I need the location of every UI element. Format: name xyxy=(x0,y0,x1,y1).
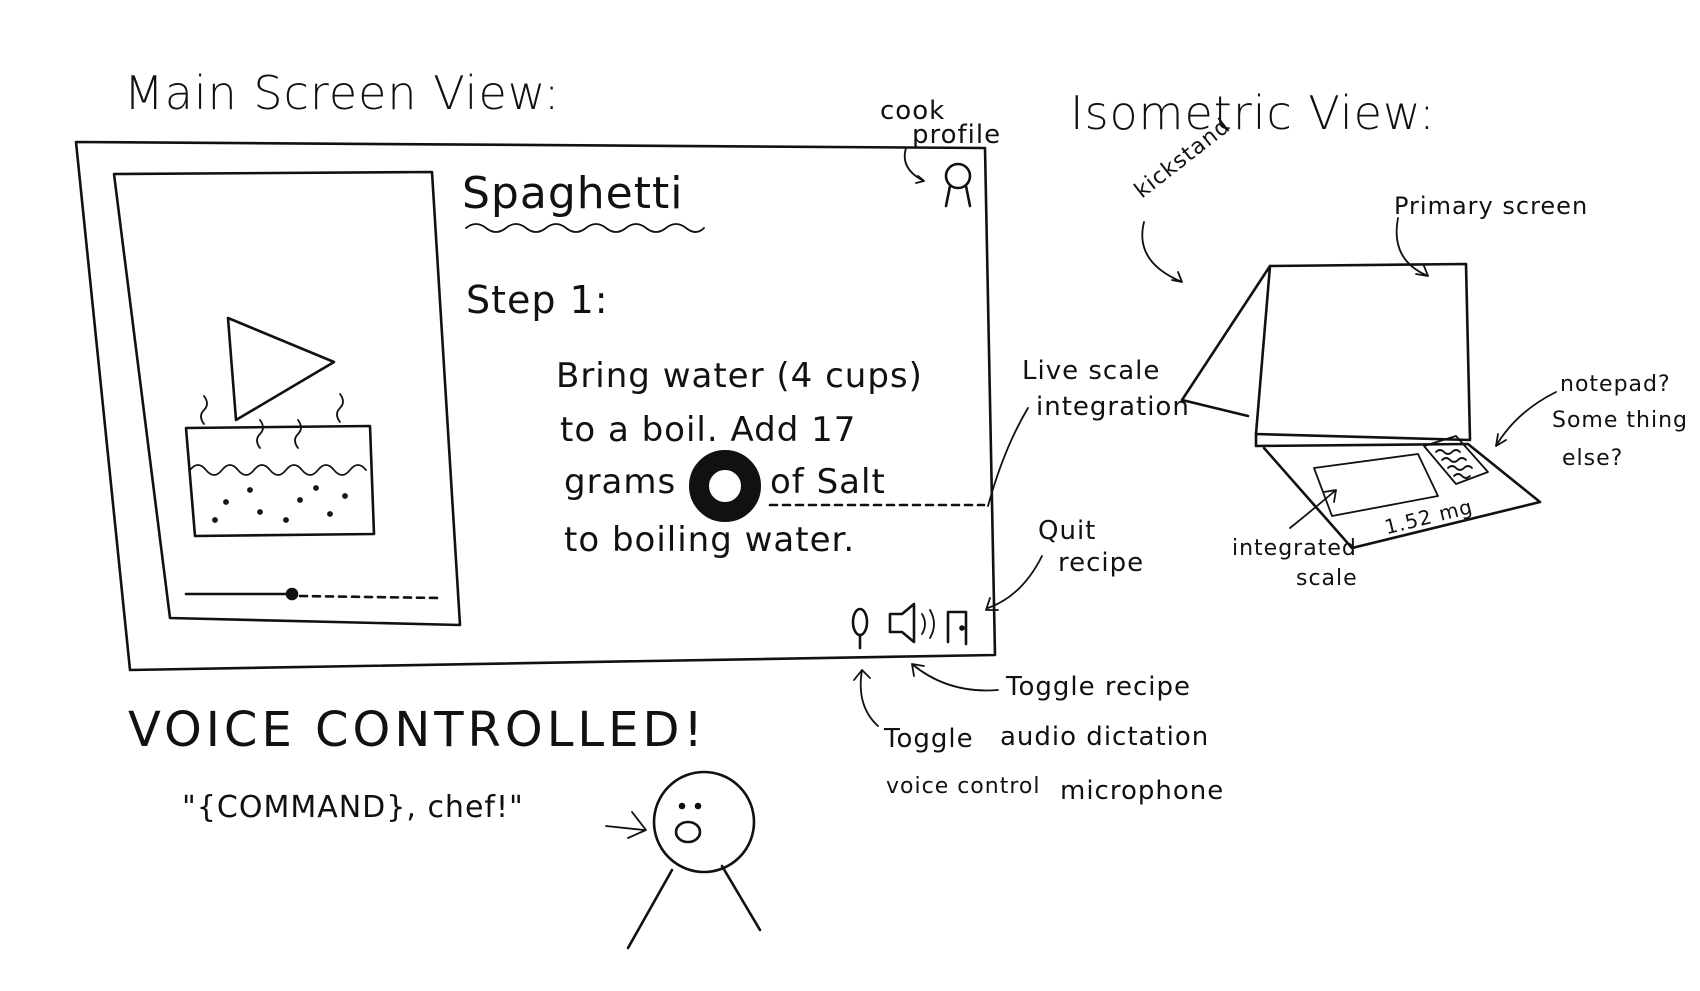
audio-arrow xyxy=(911,663,999,692)
toggle-audio-label-2: audio dictation xyxy=(1000,722,1210,752)
primary-screen-arrow xyxy=(1395,217,1429,277)
profile-arrow xyxy=(903,147,925,184)
toggle-voice-label-1: Toggle xyxy=(884,724,974,754)
main-view-heading: Main Screen View: xyxy=(124,66,561,120)
microphone-icon[interactable] xyxy=(851,607,869,650)
pot-icon xyxy=(184,393,376,538)
notepad-label-3: else? xyxy=(1562,446,1624,471)
stick-figure xyxy=(626,770,762,950)
step-label: Step 1: xyxy=(466,278,609,322)
toggle-voice-label-3: microphone xyxy=(1060,776,1225,806)
notepad-label-2: Some thing xyxy=(1552,408,1688,433)
toggle-voice-label-2: voice control xyxy=(886,774,1041,799)
recipe-title-underline xyxy=(465,223,705,233)
primary-screen-label: Primary screen xyxy=(1394,192,1589,220)
live-scale-label-2: integration xyxy=(1036,392,1190,422)
voice-command-text: "{COMMAND}, chef!" xyxy=(182,790,524,825)
play-icon[interactable] xyxy=(226,316,336,422)
instruction-line-4: to boiling water. xyxy=(564,520,856,560)
progress-slider[interactable] xyxy=(184,587,444,601)
device-frame xyxy=(74,140,997,672)
quit-label-1: Quit xyxy=(1038,516,1097,546)
integrated-scale-label-1: integrated xyxy=(1232,536,1357,561)
user-profile-icon[interactable] xyxy=(944,162,972,208)
live-scale-label-1: Live scale xyxy=(1022,356,1161,386)
recipe-title: Spaghetti xyxy=(462,168,684,219)
iso-view-heading: Isometric View: xyxy=(1070,86,1436,140)
profile-label: profile xyxy=(912,120,1002,150)
toggle-audio-label-1: Toggle recipe xyxy=(1006,672,1191,702)
isometric-device xyxy=(1180,262,1542,550)
instruction-line-2: to a boil. Add 17 xyxy=(560,410,857,450)
integrated-scale-label-2: scale xyxy=(1296,566,1358,591)
video-panel xyxy=(112,170,462,627)
quit-label-2: recipe xyxy=(1058,548,1145,578)
voice-arrow xyxy=(853,669,879,727)
kickstand-arrow xyxy=(1141,221,1183,283)
notepad-label-1: notepad? xyxy=(1560,372,1671,397)
notepad-arrow xyxy=(1495,391,1557,447)
voice-controlled-heading: VOICE CONTROLLED! xyxy=(128,702,707,758)
command-arrow xyxy=(605,811,647,839)
instruction-grams: grams xyxy=(564,462,677,502)
speaker-icon[interactable] xyxy=(888,602,935,644)
instruction-line-3: of Salt xyxy=(770,462,886,502)
instruction-line-1: Bring water (4 cups) xyxy=(556,356,923,396)
scale-ring-icon xyxy=(689,450,761,522)
live-scale-arrow xyxy=(987,407,1029,507)
door-exit-icon[interactable] xyxy=(946,610,968,646)
